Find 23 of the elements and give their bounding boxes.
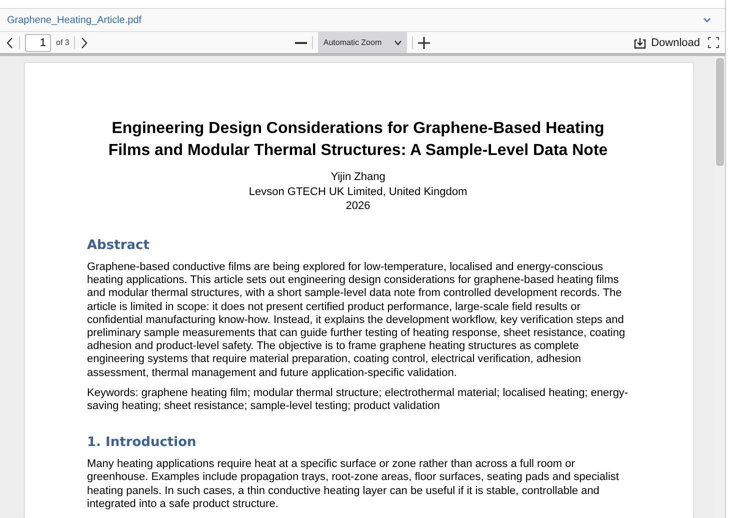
download-icon: [634, 36, 646, 49]
section-heading: 1. Introduction: [87, 435, 198, 450]
publication-year: 2026: [344, 199, 372, 214]
paragraph: Graphene-based conductive films are being explored for low-temperature, localised and energy-conscious heating applications. This article sets out engineering design considerations for graphene-based heating films and modular thermal structures, with a short sample-level data note from controlled development records. The article is limited in scope: it does not present certified product performance, large-scale field results or confidential manufacturing know-how. Instead, it explains the development workflow, key verification steps and preliminary sample measurements that can guide further testing of heating response, sheet resistance, coating adhesion and product-level safety. The objective is to frame graphene heating structures as complete engineering systems that require material preparation, coating control, electrical verification, adhesion assessment, thermal management and future application-specific validation.: [87, 260, 626, 380]
zoom-select[interactable]: Automatic Zoom: [318, 32, 407, 54]
page-number-field[interactable]: 1: [25, 34, 51, 52]
article-title: Engineering Design Considerations for Graphene-Based Heating Films and Modular Thermal Structures: A Sample-Level Data Note: [107, 119, 609, 162]
next-page-icon[interactable]: [80, 36, 88, 49]
zoom-out-icon[interactable]: [295, 42, 308, 44]
file-name-link[interactable]: Graphene_Heating_Article.pdf: [7, 14, 142, 26]
caret-icon: [394, 40, 402, 46]
zoom-in-icon[interactable]: [418, 36, 430, 49]
paragraph: Keywords: graphene heating film; modular thermal structure; electrothermal material; localised heating; energy-saving heating; sheet resistance; sample-level testing; product validation: [87, 386, 629, 414]
download-button[interactable]: Download: [634, 36, 700, 49]
author-name: Yijin Zhang: [330, 170, 386, 185]
previous-page-icon[interactable]: [6, 36, 14, 49]
chevron-down-icon[interactable]: [703, 17, 711, 24]
paragraph: Many heating applications require heat at a specific surface or zone rather than across a full room or greenhouse. Examples include propagation trays, root-zone areas, floor surfaces, seating pads and specialist heating panels. In such cases, a thin conductive heating layer can be useful if it is stable, controllable and integrated into a safe product structure.: [87, 458, 620, 511]
page-count: of 3: [56, 38, 70, 48]
section-heading: Abstract: [87, 238, 150, 253]
affiliation: Levson GTECH UK Limited, United Kingdom: [248, 184, 468, 200]
fullscreen-icon[interactable]: [708, 37, 719, 48]
scrollbar-thumb[interactable]: [716, 58, 724, 166]
